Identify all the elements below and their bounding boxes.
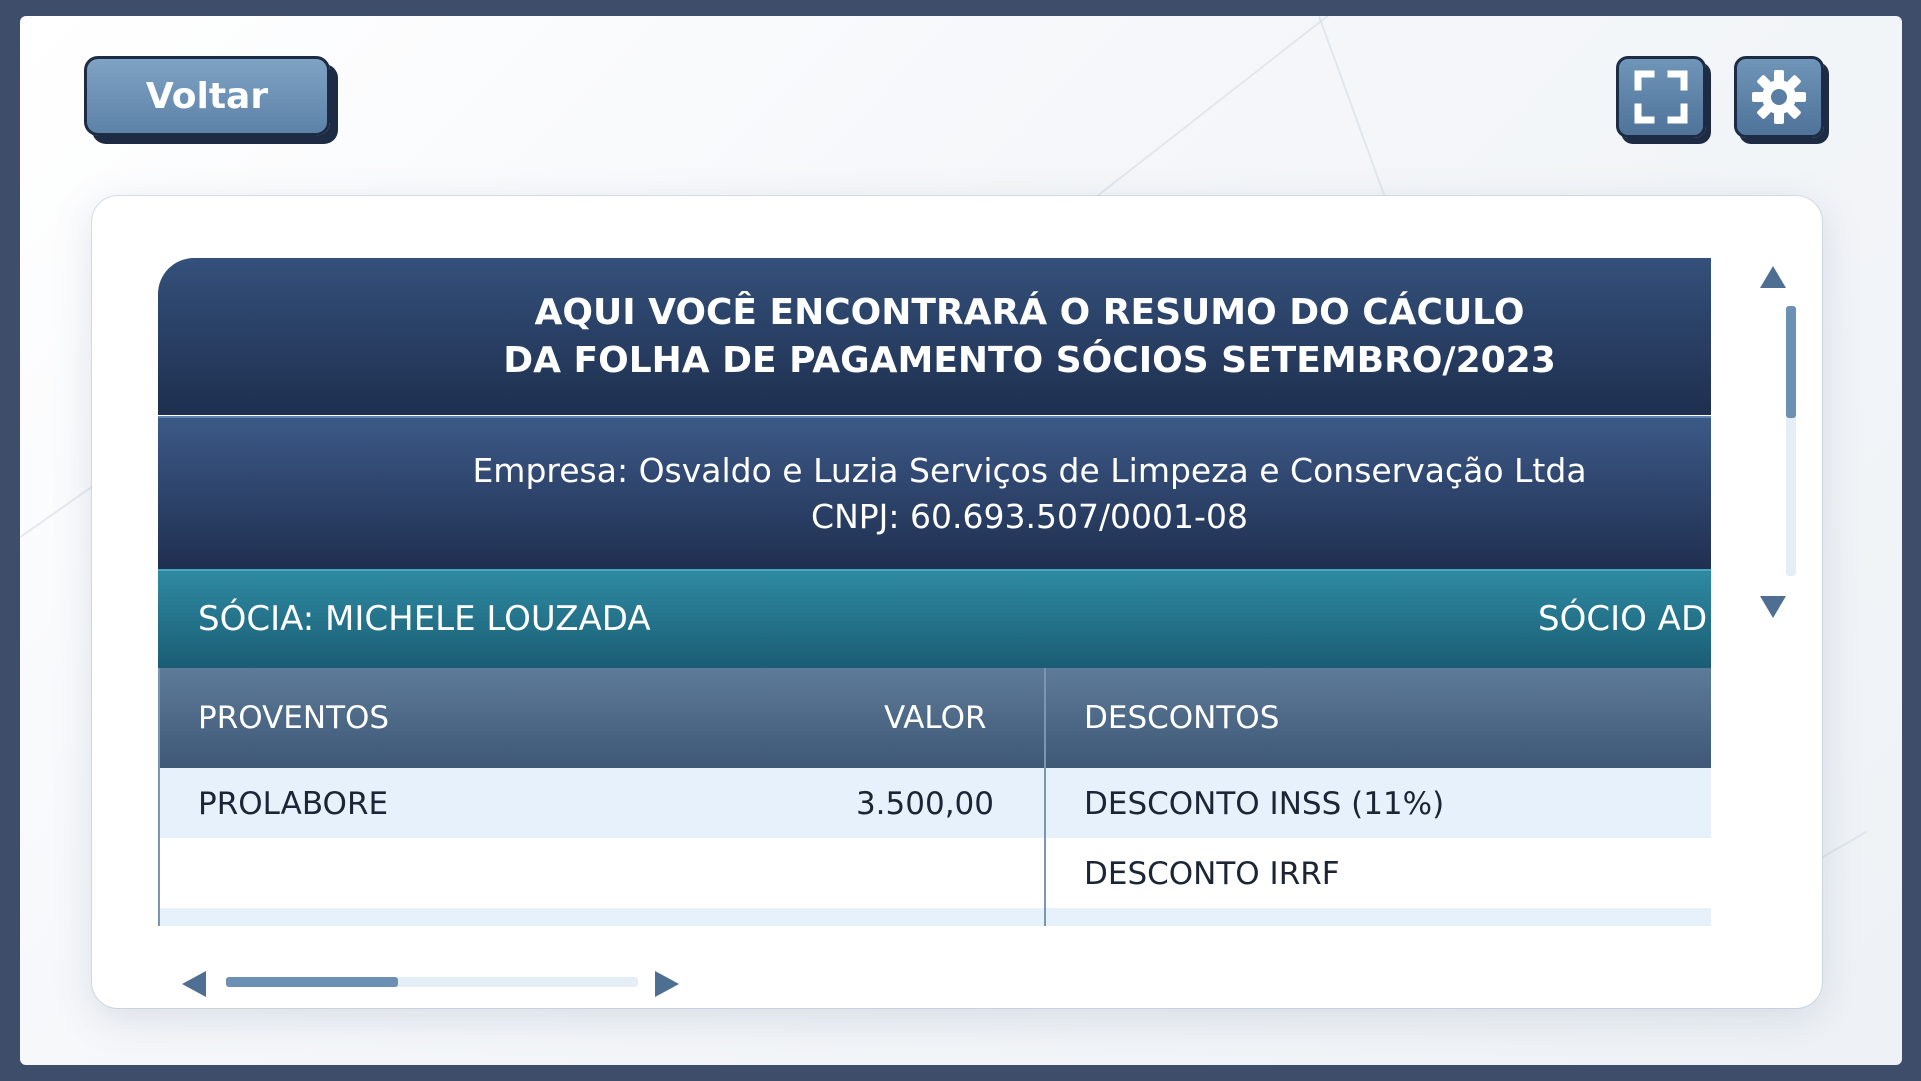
scroll-up-arrow-icon[interactable] (1760, 266, 1786, 288)
table-row: PROLABORE 3.500,00 DESCONTO INSS (11%) (158, 768, 1711, 838)
column-divider (1044, 668, 1046, 926)
report-viewport[interactable]: AQUI VOCÊ ENCONTRARÁ O RESUMO DO CÁCULO … (158, 258, 1711, 926)
scroll-right-arrow-icon[interactable] (655, 971, 679, 997)
scroll-left-arrow-icon[interactable] (182, 971, 206, 997)
gear-icon (1752, 70, 1806, 124)
partner-header: SÓCIA: MICHELE LOUZADA SÓCIO AD (158, 569, 1711, 668)
partner-name-first: SÓCIA: MICHELE LOUZADA (198, 599, 651, 639)
background-decoration (1070, 16, 1403, 218)
table-header: PROVENTOS VALOR DESCONTOS (158, 668, 1711, 768)
report-card: AQUI VOCÊ ENCONTRARÁ O RESUMO DO CÁCULO … (92, 196, 1822, 1008)
fullscreen-icon (1634, 70, 1688, 124)
horizontal-scrollbar[interactable] (226, 977, 638, 987)
fullscreen-button[interactable] (1616, 56, 1706, 138)
cell-desconto: DESCONTO IRRF (1084, 856, 1340, 892)
app-frame: Voltar AQUI VOCÊ ENCONTRARÁ O RESUMO DO … (20, 16, 1902, 1065)
vertical-scroll-thumb[interactable] (1786, 306, 1796, 418)
horizontal-scroll-thumb[interactable] (226, 977, 398, 987)
company-info: Empresa: Osvaldo e Luzia Serviços de Lim… (158, 416, 1711, 569)
table-row (158, 908, 1711, 926)
back-button[interactable]: Voltar (84, 56, 330, 136)
back-button-label: Voltar (145, 75, 269, 117)
cell-provento: PROLABORE (198, 786, 389, 822)
company-name: Empresa: Osvaldo e Luzia Serviços de Lim… (472, 450, 1587, 490)
company-cnpj: CNPJ: 60.693.507/0001-08 (811, 496, 1248, 536)
cell-valor: 3.500,00 (855, 786, 994, 822)
column-header-valor: VALOR (884, 700, 987, 736)
column-header-proventos: PROVENTOS (198, 700, 390, 736)
report-title: AQUI VOCÊ ENCONTRARÁ O RESUMO DO CÁCULO … (158, 258, 1711, 415)
settings-button[interactable] (1734, 56, 1824, 138)
scroll-down-arrow-icon[interactable] (1760, 596, 1786, 618)
cell-desconto: DESCONTO INSS (11%) (1084, 786, 1445, 822)
partner-name-second: SÓCIO AD (1538, 599, 1708, 639)
table-row: DESCONTO IRRF (158, 838, 1711, 908)
report-title-line-1: AQUI VOCÊ ENCONTRARÁ O RESUMO DO CÁCULO (534, 291, 1525, 333)
report-title-line-2: DA FOLHA DE PAGAMENTO SÓCIOS SETEMBRO/20… (503, 339, 1556, 381)
table-left-border (158, 668, 160, 926)
column-header-descontos: DESCONTOS (1084, 700, 1280, 736)
vertical-scrollbar[interactable] (1786, 306, 1796, 576)
